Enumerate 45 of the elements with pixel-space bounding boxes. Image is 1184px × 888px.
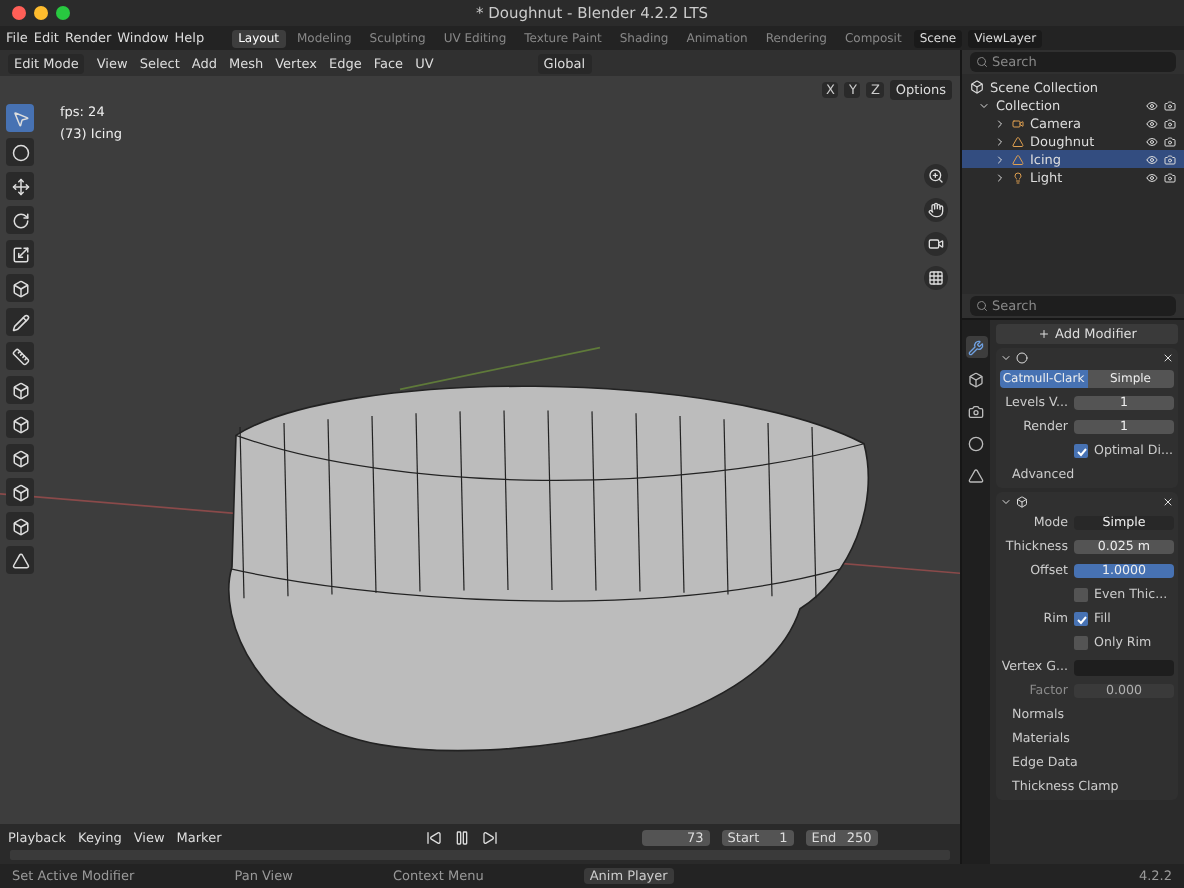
render-icon	[1164, 99, 1176, 111]
collapse-icon	[1000, 352, 1012, 364]
pause-icon	[453, 829, 470, 845]
visibility-icon	[1146, 171, 1158, 183]
checkbox[interactable]	[1074, 612, 1088, 626]
visibility-icon	[1146, 135, 1158, 147]
hand-icon[interactable]	[924, 198, 948, 222]
render-icon	[1164, 153, 1176, 165]
visibility-icon	[1146, 117, 1158, 129]
light-icon	[1012, 171, 1024, 183]
cube-icon[interactable]	[6, 376, 34, 404]
modifier-tab-icon[interactable]	[965, 336, 987, 358]
camera-icon	[1012, 117, 1024, 129]
checkbox[interactable]	[1074, 444, 1088, 458]
checkbox[interactable]	[1074, 636, 1088, 650]
measure-icon[interactable]	[6, 342, 34, 370]
close-button[interactable]	[12, 6, 26, 20]
move-icon[interactable]	[6, 172, 34, 200]
minimize-button[interactable]	[34, 6, 48, 20]
render-icon	[1164, 117, 1176, 129]
close-icon	[1162, 496, 1174, 508]
maximize-button[interactable]	[56, 6, 70, 20]
visibility-icon	[1146, 153, 1158, 165]
jump-end-icon	[481, 829, 498, 845]
grid-icon[interactable]	[924, 266, 948, 290]
scale-icon[interactable]	[6, 240, 34, 268]
rotate-icon[interactable]	[6, 206, 34, 234]
render-icon	[1164, 171, 1176, 183]
jump-start-icon	[425, 829, 442, 845]
visibility-icon	[1146, 99, 1158, 111]
collapse-icon	[1000, 496, 1012, 508]
camera-view-icon[interactable]	[924, 232, 948, 256]
cursor-icon[interactable]	[6, 138, 34, 166]
plus-icon	[1037, 328, 1050, 340]
collection-icon	[970, 80, 984, 94]
search-icon	[976, 300, 988, 312]
annotate-icon[interactable]	[6, 308, 34, 336]
render-icon	[1164, 135, 1176, 147]
select-icon[interactable]	[6, 104, 34, 132]
object-tab-icon[interactable]	[965, 368, 987, 390]
checkbox[interactable]	[1074, 588, 1088, 602]
close-icon	[1162, 352, 1174, 364]
search-icon	[976, 56, 988, 68]
render-tab-icon[interactable]	[965, 400, 987, 422]
zoom-icon[interactable]	[924, 164, 948, 188]
